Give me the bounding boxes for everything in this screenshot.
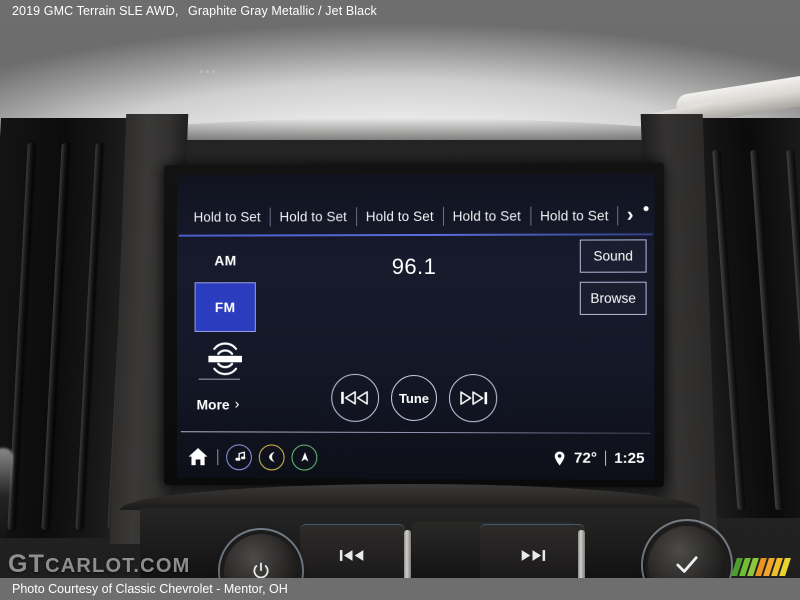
console-chrome-divider — [404, 530, 411, 578]
dash-speck — [206, 70, 209, 73]
skip-next-icon — [459, 390, 488, 406]
preset-button-5[interactable]: Hold to Set — [531, 208, 618, 223]
outside-temperature: 72° — [574, 449, 597, 467]
status-bar-app-icons — [187, 443, 318, 471]
skip-previous-icon — [341, 391, 369, 406]
infotainment-screen[interactable]: Hold to Set Hold to Set Hold to Set Hold… — [176, 172, 655, 481]
status-bar-divider — [180, 431, 651, 434]
location-pin-icon — [554, 450, 566, 466]
transport-controls: Tune — [177, 373, 655, 423]
radio-preset-row: Hold to Set Hold to Set Hold to Set Hold… — [177, 195, 655, 237]
preset-button-3[interactable]: Hold to Set — [357, 208, 443, 223]
status-icon-divider — [217, 448, 219, 465]
brand-bars-logo — [731, 558, 791, 576]
browse-label: Browse — [590, 290, 636, 306]
band-fm-button[interactable]: FM — [194, 282, 256, 332]
console-chrome-divider — [578, 530, 585, 578]
preset-row-accent-line — [178, 233, 653, 237]
preset-divider — [617, 205, 619, 225]
preset-button-2[interactable]: Hold to Set — [271, 209, 356, 224]
phone-icon[interactable] — [258, 443, 285, 470]
preset-divider — [355, 206, 357, 226]
tune-label: Tune — [398, 390, 430, 406]
clock-time: 1:25 — [614, 449, 645, 467]
preset-page-indicator-dot — [643, 206, 649, 212]
vehicle-interior-photo: Hold to Set Hold to Set Hold to Set Hold… — [0, 22, 800, 578]
photo-credit-text: Photo Courtesy of Classic Chevrolet - Me… — [12, 582, 288, 596]
navigation-arrow-icon[interactable] — [291, 444, 318, 471]
status-info-divider — [605, 450, 607, 466]
preset-divider — [269, 207, 271, 226]
watermark-carlot: CARLOT.COM — [45, 555, 191, 577]
music-note-icon[interactable] — [226, 443, 252, 470]
siriusxm-button[interactable] — [201, 342, 250, 376]
next-track-button[interactable] — [449, 374, 498, 423]
skip-next-icon — [521, 549, 546, 561]
dash-speck — [200, 70, 203, 73]
dash-speck — [212, 70, 215, 73]
screen-status-bar: 72° 1:25 — [177, 435, 655, 480]
physical-skip-forward-button[interactable] — [480, 524, 585, 578]
skip-previous-icon — [339, 549, 364, 561]
preset-divider — [529, 206, 531, 226]
power-icon — [253, 562, 269, 578]
checkmark-icon — [676, 556, 698, 573]
vehicle-colors: Graphite Gray Metallic / Jet Black — [188, 4, 377, 18]
preset-button-1[interactable]: Hold to Set — [185, 209, 270, 224]
home-icon[interactable] — [187, 446, 210, 467]
status-bar-info: 72° 1:25 — [554, 450, 645, 467]
vehicle-caption-bar: 2019 GMC Terrain SLE AWD, Graphite Gray … — [0, 0, 800, 22]
photo-credit-bar: Photo Courtesy of Classic Chevrolet - Me… — [0, 578, 800, 600]
band-fm-label: FM — [214, 299, 236, 316]
tune-button[interactable]: Tune — [391, 374, 438, 422]
watermark-gt: GT — [8, 550, 46, 578]
sound-button[interactable]: Sound — [579, 239, 647, 273]
browse-button[interactable]: Browse — [579, 281, 647, 315]
siriusxm-icon — [208, 342, 242, 376]
sound-label: Sound — [593, 248, 633, 264]
gtcarlot-watermark: GTCARLOT.COM — [8, 550, 190, 578]
previous-track-button[interactable] — [331, 373, 380, 422]
physical-skip-back-button[interactable] — [300, 524, 405, 578]
preset-divider — [442, 206, 444, 226]
vehicle-title: 2019 GMC Terrain SLE AWD, — [12, 4, 179, 18]
preset-button-4[interactable]: Hold to Set — [444, 208, 530, 223]
preset-next-page-chevron-icon[interactable]: › — [619, 204, 642, 226]
